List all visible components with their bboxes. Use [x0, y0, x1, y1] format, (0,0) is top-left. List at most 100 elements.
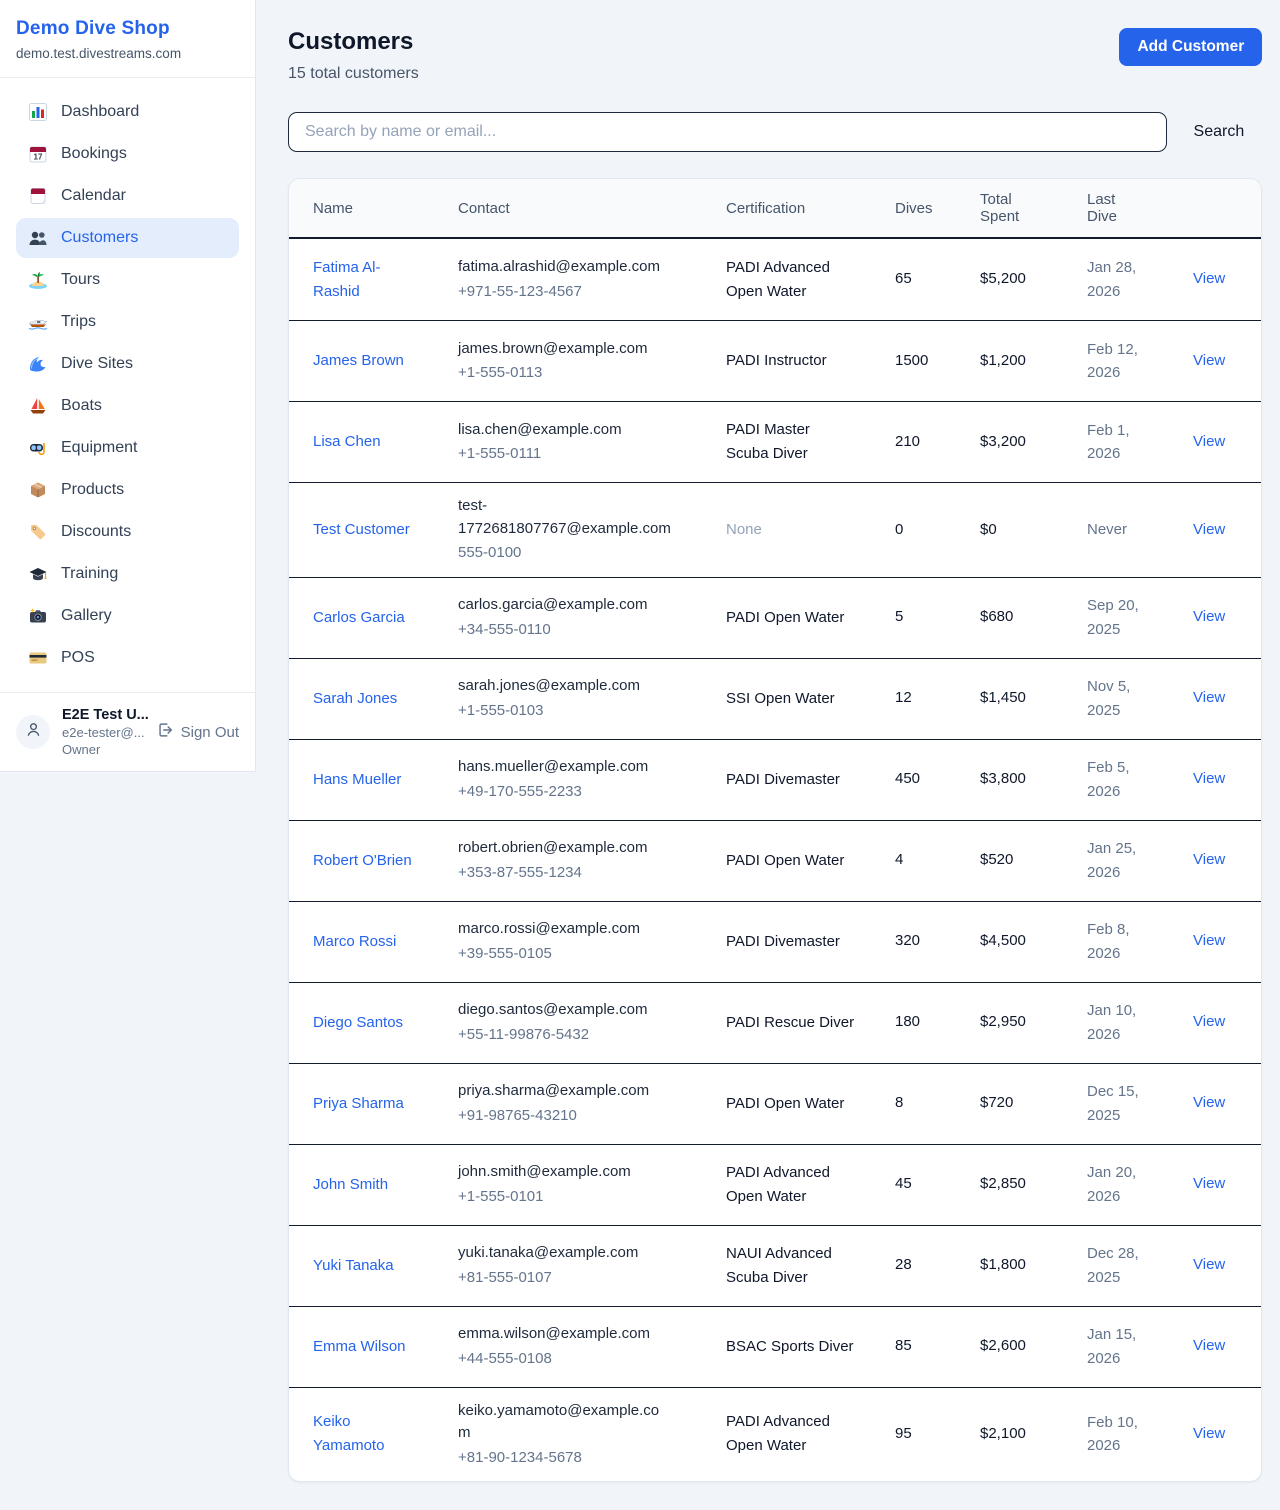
column-header-last-dive: Last Dive: [1087, 191, 1145, 225]
sidebar-item-gallery[interactable]: Gallery: [16, 596, 239, 636]
user-email: e2e-tester@...: [62, 725, 144, 740]
table-row: Carlos Garcia carlos.garcia@example.com …: [289, 577, 1261, 658]
customer-certification: PADI Master Scuba Diver: [726, 418, 868, 466]
table-header-row: Name Contact Certification Dives Total S…: [289, 179, 1261, 239]
add-customer-button[interactable]: Add Customer: [1119, 28, 1262, 66]
customer-last-dive: Jan 25, 2026: [1087, 837, 1157, 884]
customer-name-link[interactable]: Test Customer: [313, 518, 410, 542]
customer-last-dive: Nov 5, 2025: [1087, 675, 1157, 722]
sidebar-item-products[interactable]: Products: [16, 470, 239, 510]
customer-phone: +81-90-1234-5678: [458, 1447, 671, 1470]
customer-phone: +81-555-0107: [458, 1267, 671, 1290]
sidebar-item-dashboard[interactable]: Dashboard: [16, 92, 239, 132]
sidebar-item-discounts[interactable]: Discounts: [16, 512, 239, 552]
customer-name-link[interactable]: Yuki Tanaka: [313, 1254, 394, 1278]
customer-name-link[interactable]: Diego Santos: [313, 1011, 403, 1035]
avatar: [16, 715, 50, 749]
bookings-calendar-icon: 17: [28, 144, 48, 164]
customer-dives: 12: [895, 687, 980, 710]
sidebar-item-training[interactable]: Training: [16, 554, 239, 594]
customer-last-dive: Feb 10, 2026: [1087, 1411, 1157, 1458]
customer-name-link[interactable]: Hans Mueller: [313, 768, 401, 792]
view-customer-link[interactable]: View: [1193, 1425, 1225, 1442]
customer-name-link[interactable]: Emma Wilson: [313, 1335, 406, 1359]
customer-name-link[interactable]: John Smith: [313, 1173, 388, 1197]
customer-total-spent: $5,200: [980, 268, 1087, 291]
customer-name-link[interactable]: Carlos Garcia: [313, 606, 405, 630]
customer-email: keiko.yamamoto@example.com: [458, 1400, 671, 1445]
customer-name-link[interactable]: Lisa Chen: [313, 430, 381, 454]
customer-phone: +1-555-0101: [458, 1186, 671, 1209]
customer-dives: 320: [895, 930, 980, 953]
main-content: Customers 15 total customers Add Custome…: [256, 0, 1280, 1510]
customer-name-link[interactable]: Keiko Yamamoto: [313, 1410, 425, 1458]
brand-name: Demo Dive Shop: [16, 18, 239, 40]
view-customer-link[interactable]: View: [1193, 851, 1225, 868]
bar-chart-icon: [28, 102, 48, 122]
view-customer-link[interactable]: View: [1193, 1175, 1225, 1192]
view-customer-link[interactable]: View: [1193, 1256, 1225, 1273]
table-row: Robert O'Brien robert.obrien@example.com…: [289, 820, 1261, 901]
customer-dives: 0: [895, 519, 980, 542]
view-customer-link[interactable]: View: [1193, 770, 1225, 787]
sidebar-item-tours[interactable]: Tours: [16, 260, 239, 300]
table-row: John Smith john.smith@example.com +1-555…: [289, 1144, 1261, 1225]
table-row: Test Customer test-1772681807767@example…: [289, 482, 1261, 577]
customer-email: sarah.jones@example.com: [458, 675, 671, 698]
search-input[interactable]: [288, 112, 1167, 152]
view-customer-link[interactable]: View: [1193, 270, 1225, 287]
customer-last-dive: Feb 5, 2026: [1087, 756, 1157, 803]
sidebar-item-boats[interactable]: Boats: [16, 386, 239, 426]
customer-name-link[interactable]: James Brown: [313, 349, 404, 373]
logout-icon: [156, 721, 174, 743]
view-customer-link[interactable]: View: [1193, 1013, 1225, 1030]
customer-total-spent: $2,950: [980, 1011, 1087, 1034]
customer-last-dive: Feb 1, 2026: [1087, 419, 1157, 466]
sidebar-item-calendar[interactable]: Calendar: [16, 176, 239, 216]
customers-table: Name Contact Certification Dives Total S…: [288, 178, 1262, 1482]
sailboat-icon: [28, 396, 48, 416]
customer-total-spent: $2,600: [980, 1335, 1087, 1358]
sidebar-item-trips[interactable]: Trips: [16, 302, 239, 342]
user-meta: E2E Test U... e2e-tester@... Owner: [62, 707, 144, 757]
customer-last-dive: Dec 28, 2025: [1087, 1242, 1157, 1289]
view-customer-link[interactable]: View: [1193, 689, 1225, 706]
customer-phone: +39-555-0105: [458, 943, 671, 966]
customer-email: john.smith@example.com: [458, 1161, 671, 1184]
sign-out-button[interactable]: Sign Out: [156, 721, 239, 743]
customer-name-link[interactable]: Marco Rossi: [313, 930, 396, 954]
table-row: Emma Wilson emma.wilson@example.com +44-…: [289, 1306, 1261, 1387]
view-customer-link[interactable]: View: [1193, 932, 1225, 949]
sidebar-item-customers[interactable]: Customers: [16, 218, 239, 258]
customer-dives: 210: [895, 431, 980, 454]
view-customer-link[interactable]: View: [1193, 433, 1225, 450]
customer-total-spent: $520: [980, 849, 1087, 872]
customer-last-dive: Jan 28, 2026: [1087, 256, 1157, 303]
customer-phone: +55-11-99876-5432: [458, 1024, 671, 1047]
view-customer-link[interactable]: View: [1193, 352, 1225, 369]
customer-email: marco.rossi@example.com: [458, 918, 671, 941]
view-customer-link[interactable]: View: [1193, 521, 1225, 538]
sidebar-item-pos[interactable]: POS: [16, 638, 239, 678]
column-header-total-spent: Total Spent: [980, 191, 1038, 225]
view-customer-link[interactable]: View: [1193, 1337, 1225, 1354]
table-row: Yuki Tanaka yuki.tanaka@example.com +81-…: [289, 1225, 1261, 1306]
customer-name-link[interactable]: Fatima Al-Rashid: [313, 256, 425, 304]
view-customer-link[interactable]: View: [1193, 1094, 1225, 1111]
view-customer-link[interactable]: View: [1193, 608, 1225, 625]
sidebar-item-bookings[interactable]: 17 Bookings: [16, 134, 239, 174]
sidebar-item-equipment[interactable]: Equipment: [16, 428, 239, 468]
customer-certification: NAUI Advanced Scuba Diver: [726, 1242, 868, 1290]
customer-last-dive: Dec 15, 2025: [1087, 1080, 1157, 1127]
sidebar-item-dive-sites[interactable]: Dive Sites: [16, 344, 239, 384]
search-button[interactable]: Search: [1194, 123, 1245, 141]
customer-name-link[interactable]: Robert O'Brien: [313, 849, 412, 873]
person-icon: [24, 720, 43, 744]
customer-phone: +91-98765-43210: [458, 1105, 671, 1128]
table-row: James Brown james.brown@example.com +1-5…: [289, 320, 1261, 401]
customer-name-link[interactable]: Priya Sharma: [313, 1092, 404, 1116]
customer-name-link[interactable]: Sarah Jones: [313, 687, 397, 711]
people-icon: [28, 228, 48, 248]
camera-icon: [28, 606, 48, 626]
page-header-text: Customers 15 total customers: [288, 28, 419, 83]
